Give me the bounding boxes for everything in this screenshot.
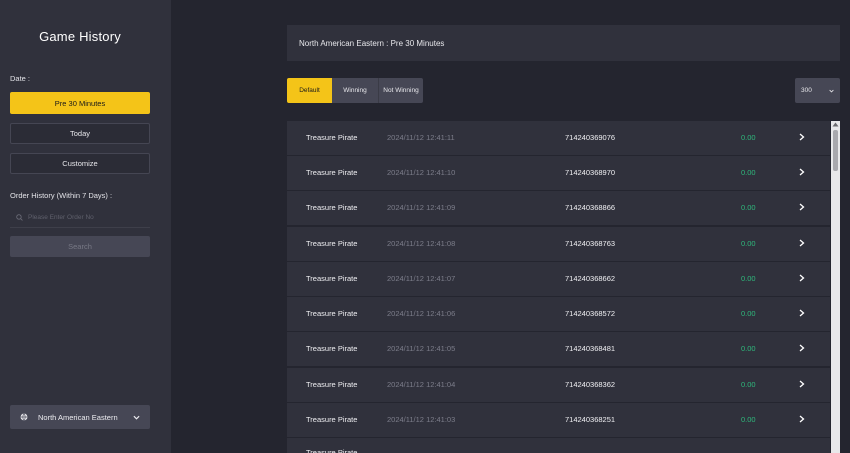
game-name: Treasure Pirate [306,168,358,177]
order-number: 714240368763 [565,239,616,248]
list-item[interactable]: Treasure Pirate 2024/11/12 12:41:03 7142… [287,403,830,437]
date-label: Date : [10,74,31,83]
win-amount: 0.00 [741,239,756,248]
tab-default[interactable]: Default [287,78,332,103]
bet-time: 2024/11/12 12:41:07 [387,274,456,283]
order-number: 714240369076 [565,133,616,142]
bet-time: 2024/11/12 12:41:04 [387,380,456,389]
region-label: North American Eastern [38,412,118,422]
breadcrumb-header: North American Eastern : Pre 30 Minutes [287,25,840,61]
game-name: Treasure Pirate [306,133,358,142]
order-number: 714240368572 [565,309,616,318]
sidebar: Game History Date : Pre 30 Minutes Today… [0,0,171,453]
chevron-right-icon [799,344,805,352]
order-number: 714240368866 [565,203,616,212]
list-item[interactable]: Treasure Pirate [287,438,830,453]
bet-time: 2024/11/12 12:41:03 [387,415,456,424]
game-name: Treasure Pirate [306,415,358,424]
filter-tabs: Default Winning Not Winning [287,78,423,103]
date-option-today[interactable]: Today [10,123,150,144]
list-item[interactable]: Treasure Pirate 2024/11/12 12:41:07 7142… [287,262,830,296]
game-name: Treasure Pirate [306,344,358,353]
list-item[interactable]: Treasure Pirate 2024/11/12 12:41:09 7142… [287,191,830,225]
game-name: Treasure Pirate [306,203,358,212]
chevron-down-icon [133,415,140,420]
page-size-select[interactable]: 300 [795,78,840,103]
chevron-right-icon [799,133,805,141]
header-title: North American Eastern : Pre 30 Minutes [299,38,445,48]
scroll-up-arrow-icon[interactable] [832,122,839,127]
bet-time: 2024/11/12 12:41:09 [387,203,456,212]
chevron-right-icon [799,203,805,211]
history-list: Treasure Pirate 2024/11/12 12:41:11 7142… [287,121,830,453]
tab-not-winning[interactable]: Not Winning [378,78,423,103]
chevron-right-icon [799,274,805,282]
date-option-customize[interactable]: Customize [10,153,150,174]
globe-icon [20,413,28,421]
win-amount: 0.00 [741,168,756,177]
game-name: Treasure Pirate [306,309,358,318]
order-number: 714240368662 [565,274,616,283]
date-option-pre-30-minutes[interactable]: Pre 30 Minutes [10,92,150,114]
list-item[interactable]: Treasure Pirate 2024/11/12 12:41:05 7142… [287,332,830,366]
chevron-right-icon [799,415,805,423]
win-amount: 0.00 [741,274,756,283]
win-amount: 0.00 [741,380,756,389]
list-item[interactable]: Treasure Pirate 2024/11/12 12:41:06 7142… [287,297,830,331]
bet-time: 2024/11/12 12:41:05 [387,344,456,353]
list-item[interactable]: Treasure Pirate 2024/11/12 12:41:11 7142… [287,121,830,155]
bet-time: 2024/11/12 12:41:10 [387,168,456,177]
order-number: 714240368970 [565,168,616,177]
win-amount: 0.00 [741,344,756,353]
win-amount: 0.00 [741,203,756,212]
scrollbar-thumb[interactable] [833,130,838,171]
chevron-down-icon [829,89,834,93]
win-amount: 0.00 [741,133,756,142]
list-item[interactable]: Treasure Pirate 2024/11/12 12:41:04 7142… [287,368,830,402]
game-name: Treasure Pirate [306,448,358,453]
region-select[interactable]: North American Eastern [10,405,150,429]
order-number: 714240368481 [565,344,616,353]
win-amount: 0.00 [741,415,756,424]
chevron-right-icon [799,168,805,176]
search-placeholder: Please Enter Order No [28,213,94,221]
order-number: 714240368362 [565,380,616,389]
chevron-right-icon [799,239,805,247]
page-size-value: 300 [801,87,812,94]
order-history-label: Order History (Within 7 Days) : [10,191,113,200]
list-item[interactable]: Treasure Pirate 2024/11/12 12:41:10 7142… [287,156,830,190]
list-item[interactable]: Treasure Pirate 2024/11/12 12:41:08 7142… [287,227,830,261]
game-name: Treasure Pirate [306,239,358,248]
page-title: Game History [39,29,121,44]
win-amount: 0.00 [741,309,756,318]
search-icon [16,213,23,221]
chevron-right-icon [799,309,805,317]
order-number: 714240368251 [565,415,616,424]
list-scrollbar[interactable] [831,121,840,453]
chevron-right-icon [799,380,805,388]
game-name: Treasure Pirate [306,274,358,283]
order-search-input[interactable]: Please Enter Order No [10,207,150,228]
bet-time: 2024/11/12 12:41:08 [387,239,456,248]
tab-winning[interactable]: Winning [332,78,378,103]
search-button[interactable]: Search [10,236,150,257]
bet-time: 2024/11/12 12:41:11 [387,133,455,142]
game-name: Treasure Pirate [306,380,358,389]
bet-time: 2024/11/12 12:41:06 [387,309,456,318]
